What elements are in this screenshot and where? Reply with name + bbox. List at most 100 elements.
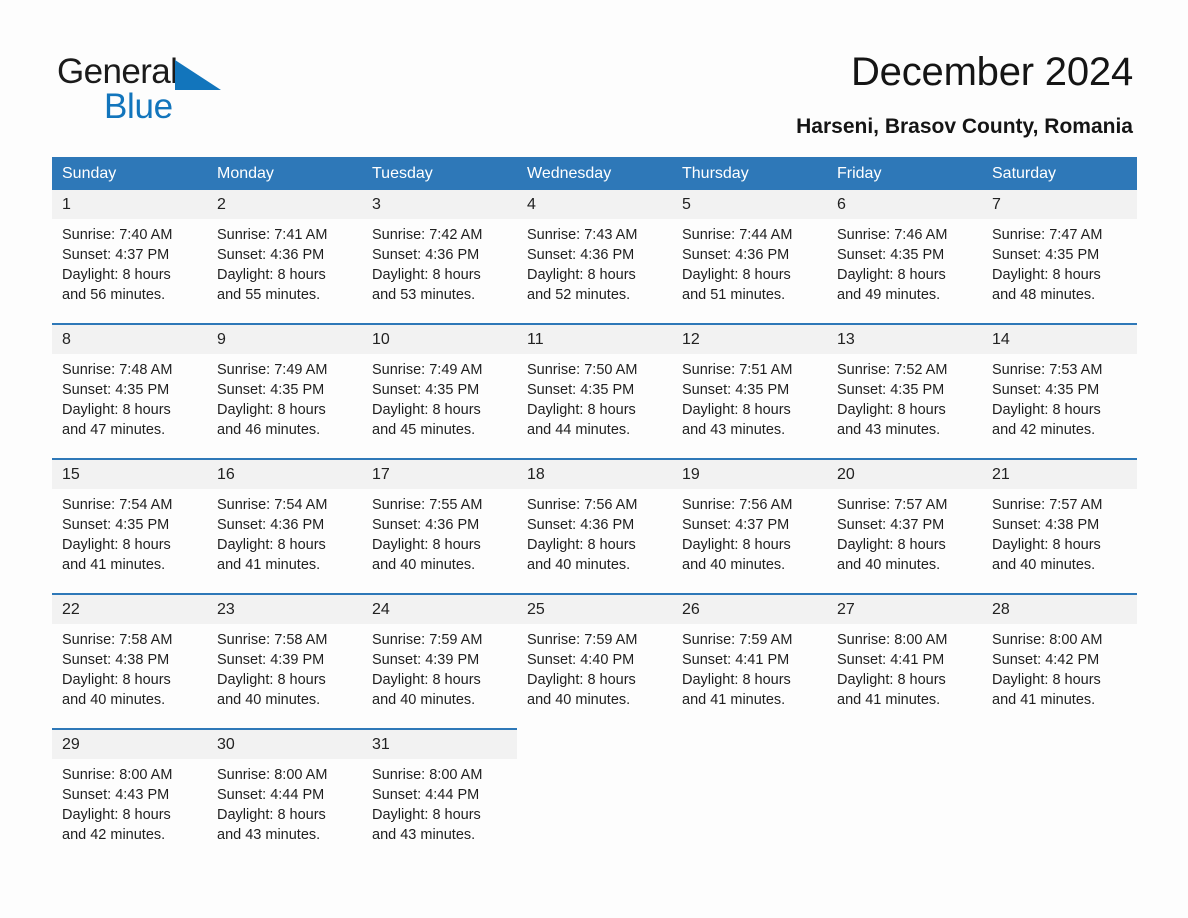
calendar-week-row: 15 Sunrise: 7:54 AM Sunset: 4:35 PM Dayl… [52, 458, 1137, 594]
day-cell[interactable]: 14 Sunrise: 7:53 AM Sunset: 4:35 PM Dayl… [982, 323, 1137, 459]
sunrise-text: Sunrise: 7:46 AM [837, 227, 948, 243]
day-number: 15 [52, 460, 207, 489]
sunset-text: Sunset: 4:35 PM [682, 382, 790, 398]
day-cell[interactable]: 24 Sunrise: 7:59 AM Sunset: 4:39 PM Dayl… [362, 593, 517, 729]
day-info: Sunrise: 7:57 AM Sunset: 4:37 PM Dayligh… [827, 489, 982, 575]
daylight-text-line2: and 40 minutes. [837, 557, 941, 573]
sunset-text: Sunset: 4:44 PM [372, 787, 480, 803]
day-cell[interactable]: 10 Sunrise: 7:49 AM Sunset: 4:35 PM Dayl… [362, 323, 517, 459]
day-number: 21 [982, 460, 1137, 489]
daylight-text-line2: and 48 minutes. [992, 287, 1096, 303]
day-cell[interactable]: 3 Sunrise: 7:42 AM Sunset: 4:36 PM Dayli… [362, 190, 517, 324]
general-blue-logo[interactable]: General Blue [57, 52, 377, 132]
day-number: 23 [207, 595, 362, 624]
day-cell[interactable]: 7 Sunrise: 7:47 AM Sunset: 4:35 PM Dayli… [982, 190, 1137, 324]
day-info: Sunrise: 8:00 AM Sunset: 4:43 PM Dayligh… [52, 759, 207, 845]
sunrise-text: Sunrise: 8:00 AM [992, 632, 1103, 648]
logo-top-row: General [57, 52, 377, 92]
daylight-text-line2: and 43 minutes. [682, 422, 786, 438]
day-cell[interactable]: 13 Sunrise: 7:52 AM Sunset: 4:35 PM Dayl… [827, 323, 982, 459]
day-cell[interactable]: 28 Sunrise: 8:00 AM Sunset: 4:42 PM Dayl… [982, 593, 1137, 729]
day-cell[interactable]: 4 Sunrise: 7:43 AM Sunset: 4:36 PM Dayli… [517, 190, 672, 324]
daylight-text-line1: Daylight: 8 hours [372, 267, 481, 283]
weekday-header-saturday: Saturday [982, 157, 1137, 190]
day-number: 12 [672, 325, 827, 354]
calendar-page: General Blue December 2024 Harseni, Bras… [0, 0, 1188, 918]
sunset-text: Sunset: 4:35 PM [992, 247, 1100, 263]
sunset-text: Sunset: 4:39 PM [372, 652, 480, 668]
sunset-text: Sunset: 4:40 PM [527, 652, 635, 668]
day-cell[interactable]: 27 Sunrise: 8:00 AM Sunset: 4:41 PM Dayl… [827, 593, 982, 729]
sunset-text: Sunset: 4:41 PM [682, 652, 790, 668]
day-cell[interactable]: 18 Sunrise: 7:56 AM Sunset: 4:36 PM Dayl… [517, 458, 672, 594]
weekday-header-friday: Friday [827, 157, 982, 190]
calendar-header-row: Sunday Monday Tuesday Wednesday Thursday… [52, 157, 1137, 190]
sunrise-text: Sunrise: 7:57 AM [837, 497, 948, 513]
day-cell[interactable]: 17 Sunrise: 7:55 AM Sunset: 4:36 PM Dayl… [362, 458, 517, 594]
day-info: Sunrise: 7:57 AM Sunset: 4:38 PM Dayligh… [982, 489, 1137, 575]
day-cell[interactable]: 30 Sunrise: 8:00 AM Sunset: 4:44 PM Dayl… [207, 728, 362, 863]
daylight-text-line2: and 53 minutes. [372, 287, 476, 303]
daylight-text-line1: Daylight: 8 hours [62, 537, 171, 553]
day-info: Sunrise: 7:46 AM Sunset: 4:35 PM Dayligh… [827, 219, 982, 305]
day-cell[interactable]: 25 Sunrise: 7:59 AM Sunset: 4:40 PM Dayl… [517, 593, 672, 729]
day-cell[interactable]: 16 Sunrise: 7:54 AM Sunset: 4:36 PM Dayl… [207, 458, 362, 594]
sunset-text: Sunset: 4:36 PM [217, 517, 325, 533]
sunrise-text: Sunrise: 7:55 AM [372, 497, 483, 513]
daylight-text-line1: Daylight: 8 hours [992, 672, 1101, 688]
daylight-text-line2: and 43 minutes. [217, 827, 321, 843]
sunset-text: Sunset: 4:35 PM [217, 382, 325, 398]
day-number: 31 [362, 730, 517, 759]
day-cell[interactable]: 9 Sunrise: 7:49 AM Sunset: 4:35 PM Dayli… [207, 323, 362, 459]
day-info: Sunrise: 7:53 AM Sunset: 4:35 PM Dayligh… [982, 354, 1137, 440]
day-cell[interactable]: 5 Sunrise: 7:44 AM Sunset: 4:36 PM Dayli… [672, 190, 827, 324]
day-number: 3 [362, 190, 517, 219]
daylight-text-line1: Daylight: 8 hours [837, 672, 946, 688]
daylight-text-line2: and 40 minutes. [372, 557, 476, 573]
day-number: 13 [827, 325, 982, 354]
day-number: 20 [827, 460, 982, 489]
daylight-text-line1: Daylight: 8 hours [217, 537, 326, 553]
daylight-text-line1: Daylight: 8 hours [217, 672, 326, 688]
sunset-text: Sunset: 4:35 PM [62, 517, 170, 533]
sunrise-text: Sunrise: 7:49 AM [372, 362, 483, 378]
daylight-text-line2: and 40 minutes. [527, 692, 631, 708]
day-cell[interactable]: 23 Sunrise: 7:58 AM Sunset: 4:39 PM Dayl… [207, 593, 362, 729]
day-number: 6 [827, 190, 982, 219]
day-info: Sunrise: 7:41 AM Sunset: 4:36 PM Dayligh… [207, 219, 362, 305]
page-subtitle-location: Harseni, Brasov County, Romania [796, 115, 1133, 138]
daylight-text-line2: and 49 minutes. [837, 287, 941, 303]
daylight-text-line1: Daylight: 8 hours [527, 267, 636, 283]
calendar-week-row: 8 Sunrise: 7:48 AM Sunset: 4:35 PM Dayli… [52, 323, 1137, 459]
daylight-text-line1: Daylight: 8 hours [372, 672, 481, 688]
day-cell[interactable]: 12 Sunrise: 7:51 AM Sunset: 4:35 PM Dayl… [672, 323, 827, 459]
day-cell[interactable]: 19 Sunrise: 7:56 AM Sunset: 4:37 PM Dayl… [672, 458, 827, 594]
day-info: Sunrise: 7:51 AM Sunset: 4:35 PM Dayligh… [672, 354, 827, 440]
sunrise-text: Sunrise: 8:00 AM [217, 767, 328, 783]
day-cell[interactable]: 15 Sunrise: 7:54 AM Sunset: 4:35 PM Dayl… [52, 458, 207, 594]
sunrise-text: Sunrise: 7:59 AM [527, 632, 638, 648]
sunrise-text: Sunrise: 7:47 AM [992, 227, 1103, 243]
day-cell[interactable]: 11 Sunrise: 7:50 AM Sunset: 4:35 PM Dayl… [517, 323, 672, 459]
sunrise-text: Sunrise: 7:50 AM [527, 362, 638, 378]
day-cell[interactable]: 1 Sunrise: 7:40 AM Sunset: 4:37 PM Dayli… [52, 190, 207, 324]
sunrise-text: Sunrise: 7:54 AM [217, 497, 328, 513]
day-cell[interactable]: 6 Sunrise: 7:46 AM Sunset: 4:35 PM Dayli… [827, 190, 982, 324]
day-cell[interactable]: 29 Sunrise: 8:00 AM Sunset: 4:43 PM Dayl… [52, 728, 207, 863]
day-cell[interactable]: 26 Sunrise: 7:59 AM Sunset: 4:41 PM Dayl… [672, 593, 827, 729]
day-number [517, 729, 672, 758]
day-cell[interactable]: 31 Sunrise: 8:00 AM Sunset: 4:44 PM Dayl… [362, 728, 517, 863]
sunset-text: Sunset: 4:42 PM [992, 652, 1100, 668]
day-cell[interactable]: 21 Sunrise: 7:57 AM Sunset: 4:38 PM Dayl… [982, 458, 1137, 594]
daylight-text-line2: and 40 minutes. [527, 557, 631, 573]
sunset-text: Sunset: 4:36 PM [217, 247, 325, 263]
day-cell[interactable]: 20 Sunrise: 7:57 AM Sunset: 4:37 PM Dayl… [827, 458, 982, 594]
day-number [672, 729, 827, 758]
day-cell[interactable]: 2 Sunrise: 7:41 AM Sunset: 4:36 PM Dayli… [207, 190, 362, 324]
day-cell[interactable]: 22 Sunrise: 7:58 AM Sunset: 4:38 PM Dayl… [52, 593, 207, 729]
page-title: December 2024 [850, 50, 1133, 94]
day-number: 17 [362, 460, 517, 489]
day-cell[interactable]: 8 Sunrise: 7:48 AM Sunset: 4:35 PM Dayli… [52, 323, 207, 459]
sunset-text: Sunset: 4:35 PM [837, 382, 945, 398]
sunset-text: Sunset: 4:36 PM [682, 247, 790, 263]
